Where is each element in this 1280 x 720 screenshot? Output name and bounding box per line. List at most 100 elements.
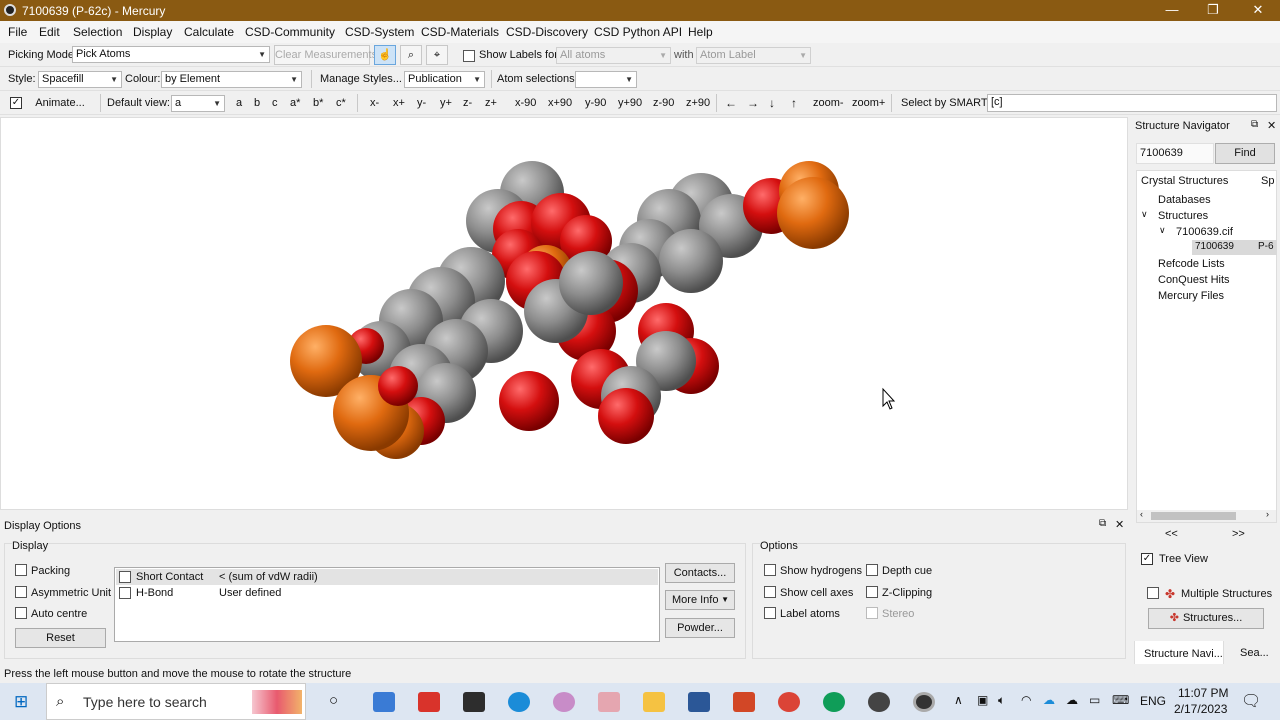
chevron-down-icon[interactable]: ∨ (1141, 209, 1148, 220)
menu-file[interactable]: File (8, 25, 27, 39)
tree-item-conquest-hits[interactable]: ConQuest Hits (1158, 274, 1230, 286)
security-app-icon[interactable] (418, 692, 440, 712)
menu-display[interactable]: Display (133, 25, 172, 39)
default-view-select[interactable]: a ▼ (171, 95, 225, 112)
notepad-icon[interactable] (463, 692, 485, 712)
labels-target-select[interactable]: All atoms ▼ (556, 47, 671, 64)
language-indicator[interactable]: ENG (1140, 694, 1166, 708)
contacts-button[interactable]: Contacts... (665, 563, 735, 583)
volume-icon[interactable]: 🔈︎ (998, 693, 1005, 708)
animate-checkbox[interactable]: ✓ (10, 97, 22, 109)
tray-app-icon[interactable]: ▣ (977, 693, 988, 707)
depth-cue-checkbox[interactable] (866, 564, 878, 576)
menu-csd-materials[interactable]: CSD-Materials (421, 25, 499, 39)
more-info-button[interactable]: More Info ▼ (665, 590, 735, 610)
paint-app-icon[interactable] (598, 692, 620, 712)
structure-viewer[interactable] (0, 117, 1128, 510)
chrome-profile-icon[interactable] (823, 692, 845, 712)
clear-measurements-button[interactable]: Clear Measurements (274, 45, 377, 65)
rotate-x-minus-90-button[interactable]: x-90 (515, 97, 536, 109)
file-explorer-icon[interactable] (643, 692, 665, 712)
tree-item-selected-entry[interactable]: 7100639 P-6 (1192, 240, 1277, 255)
powerpoint-icon[interactable] (733, 692, 755, 712)
preset-style-select[interactable]: Publication ▼ (404, 71, 485, 88)
find-button[interactable]: Find (1215, 143, 1275, 164)
menu-help[interactable]: Help (688, 25, 713, 39)
stereo-checkbox[interactable] (866, 607, 878, 619)
multiple-structures-checkbox[interactable] (1147, 587, 1159, 599)
short-contact-checkbox[interactable] (119, 571, 131, 583)
scrollbar-thumb[interactable] (1151, 512, 1236, 520)
h-bond-checkbox[interactable] (119, 587, 131, 599)
move-down-button[interactable]: ↓ (769, 96, 775, 110)
structures-button[interactable]: ✤ Structures... (1148, 608, 1264, 629)
animate-button[interactable]: Animate... (30, 93, 90, 113)
menu-edit[interactable]: Edit (39, 25, 60, 39)
cortana-icon[interactable]: ○ (329, 692, 338, 709)
rotate-y-minus-button[interactable]: y- (417, 97, 426, 109)
cloud-icon[interactable]: ☁ (1066, 693, 1078, 707)
notification-center-icon[interactable]: 🗨︎ (1241, 691, 1261, 711)
show-cell-axes-checkbox[interactable] (764, 586, 776, 598)
mercury-taskbar-icon[interactable] (913, 692, 935, 712)
taskbar-search-box[interactable]: ⌕ Type here to search (46, 683, 306, 720)
clock-time[interactable]: 11:07 PM (1178, 686, 1228, 700)
contacts-list[interactable]: Short Contact < (sum of vdW radii) H-Bon… (114, 567, 660, 642)
atom-selections-select[interactable]: ▼ (575, 71, 637, 88)
next-structure-button[interactable]: >> (1232, 528, 1245, 540)
reset-button[interactable]: Reset (15, 628, 106, 648)
smarts-input[interactable]: [c] (987, 94, 1277, 112)
onedrive-icon[interactable]: ☁ (1043, 693, 1055, 707)
tab-search[interactable]: Sea... (1240, 647, 1269, 659)
clock-date[interactable]: 2/17/2023 (1174, 702, 1227, 716)
rotate-z-minus-90-button[interactable]: z-90 (653, 97, 674, 109)
view-b-star-button[interactable]: b* (313, 97, 323, 109)
rotate-y-plus-90-button[interactable]: y+90 (618, 97, 642, 109)
style-select[interactable]: Spacefill ▼ (38, 71, 122, 88)
rotate-x-plus-90-button[interactable]: x+90 (548, 97, 572, 109)
scroll-right-icon[interactable]: › (1266, 509, 1269, 519)
manage-styles-button[interactable]: Manage Styles... (320, 73, 402, 85)
label-type-select[interactable]: Atom Label ▼ (696, 47, 811, 64)
show-hidden-icons-icon[interactable]: ∧ (954, 693, 963, 707)
menu-csd-python-api[interactable]: CSD Python API (594, 25, 682, 39)
close-panel-icon[interactable]: ✕ (1115, 518, 1124, 531)
move-up-button[interactable]: ↑ (791, 96, 797, 110)
powder-button[interactable]: Powder... (665, 618, 735, 638)
zoom-pick-button[interactable]: ⌕ (400, 45, 422, 65)
tree-item-refcode-lists[interactable]: Refcode Lists (1158, 258, 1225, 270)
label-atoms-checkbox[interactable] (764, 607, 776, 619)
calculator-icon[interactable] (373, 692, 395, 712)
colour-select[interactable]: by Element ▼ (161, 71, 302, 88)
tree-item-databases[interactable]: Databases (1158, 194, 1211, 206)
close-button[interactable]: ✕ (1236, 0, 1280, 21)
word-icon[interactable] (688, 692, 710, 712)
tree-item-structures[interactable]: Structures (1158, 210, 1208, 222)
float-panel-icon[interactable]: ⧉ (1251, 119, 1258, 130)
rotate-x-minus-button[interactable]: x- (370, 97, 379, 109)
structure-tree[interactable]: Crystal Structures Sp Databases ∨ Struct… (1136, 170, 1277, 523)
edge-browser-icon[interactable] (508, 692, 530, 712)
scroll-left-icon[interactable]: ‹ (1140, 509, 1143, 519)
minimize-button[interactable]: — (1150, 0, 1194, 21)
menu-csd-discovery[interactable]: CSD-Discovery (506, 25, 588, 39)
chevron-down-icon[interactable]: ∨ (1159, 225, 1166, 236)
obs-icon[interactable] (868, 692, 890, 712)
battery-icon[interactable]: ▭ (1089, 693, 1100, 707)
menu-csd-system[interactable]: CSD-System (345, 25, 414, 39)
close-panel-icon[interactable]: ✕ (1267, 119, 1276, 132)
rotate-z-minus-button[interactable]: z- (463, 97, 472, 109)
show-hydrogens-checkbox[interactable] (764, 564, 776, 576)
view-b-button[interactable]: b (254, 97, 260, 109)
move-left-button[interactable]: ← (725, 96, 737, 110)
keyboard-icon[interactable]: ⌨ (1112, 693, 1129, 707)
tree-view-checkbox[interactable]: ✓ (1141, 553, 1153, 565)
zoom-in-button[interactable]: zoom+ (852, 97, 885, 109)
chrome-icon[interactable] (778, 692, 800, 712)
show-labels-checkbox[interactable] (463, 50, 475, 62)
view-c-star-button[interactable]: c* (336, 97, 346, 109)
view-c-button[interactable]: c (272, 97, 278, 109)
tree-item-cif-file[interactable]: 7100639.cif (1176, 226, 1233, 238)
navigator-search-input[interactable]: 7100639 (1136, 143, 1214, 164)
menu-csd-community[interactable]: CSD-Community (245, 25, 335, 39)
